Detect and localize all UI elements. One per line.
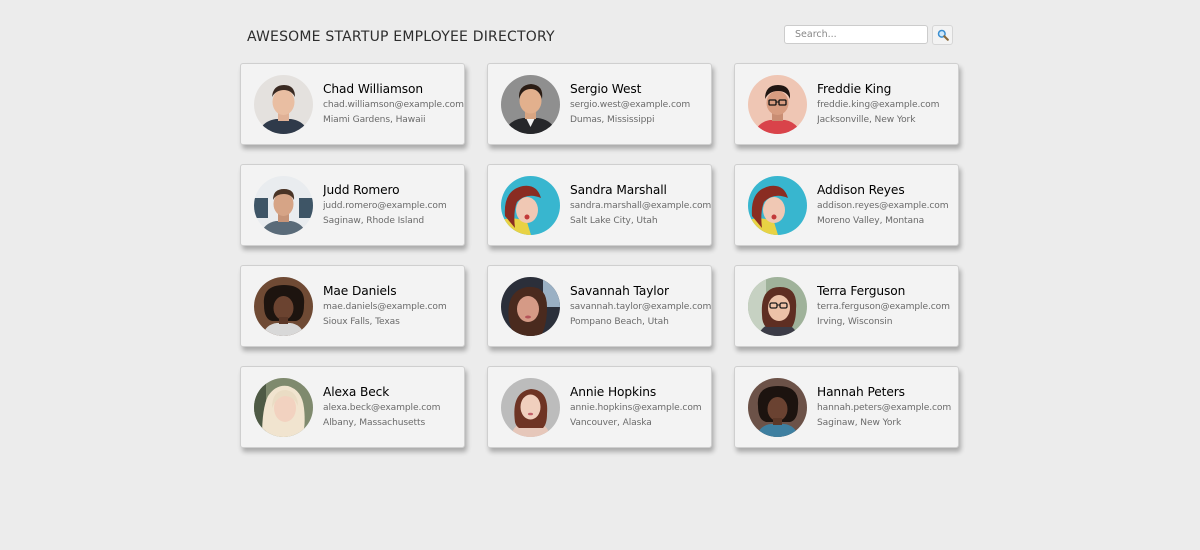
avatar (501, 74, 560, 134)
employee-card[interactable]: Alexa Beck alexa.beck@example.com Albany… (240, 366, 465, 448)
employee-card[interactable]: Terra Ferguson terra.ferguson@example.co… (734, 265, 959, 347)
employee-location: Dumas, Mississippi (570, 115, 655, 125)
employee-email: terra.ferguson@example.com (817, 302, 950, 312)
employee-email: savannah.taylor@example.com (570, 302, 711, 312)
employee-card[interactable]: Sergio West sergio.west@example.com Duma… (487, 63, 712, 145)
employee-location: Saginaw, Rhode Island (323, 216, 425, 226)
employee-location: Salt Lake City, Utah (570, 216, 658, 226)
avatar (501, 175, 560, 235)
employee-card[interactable]: Mae Daniels mae.daniels@example.com Siou… (240, 265, 465, 347)
avatar (501, 276, 560, 336)
employee-location: Miami Gardens, Hawaii (323, 115, 426, 125)
avatar (748, 175, 807, 235)
employee-card[interactable]: Annie Hopkins annie.hopkins@example.com … (487, 366, 712, 448)
employee-card[interactable]: Chad Williamson chad.williamson@example.… (240, 63, 465, 145)
employee-name: Sandra Marshall (570, 183, 667, 197)
employee-location: Albany, Massachusetts (323, 418, 426, 428)
magnifier-icon (937, 29, 949, 41)
employee-location: Jacksonville, New York (817, 115, 916, 125)
avatar (748, 74, 807, 134)
employee-email: addison.reyes@example.com (817, 201, 949, 211)
avatar (254, 377, 313, 437)
employee-location: Saginaw, New York (817, 418, 902, 428)
employee-email: sergio.west@example.com (570, 100, 691, 110)
employee-name: Alexa Beck (323, 385, 390, 399)
employee-location: Moreno Valley, Montana (817, 216, 925, 226)
employee-email: chad.williamson@example.com (323, 100, 464, 110)
employee-card[interactable]: Freddie King freddie.king@example.com Ja… (734, 63, 959, 145)
employee-card[interactable]: Addison Reyes addison.reyes@example.com … (734, 164, 959, 246)
avatar (748, 276, 807, 336)
search-input[interactable] (784, 25, 928, 44)
employee-card[interactable]: Hannah Peters hannah.peters@example.com … (734, 366, 959, 448)
employee-name: Judd Romero (323, 183, 400, 197)
employee-name: Chad Williamson (323, 82, 424, 96)
employee-location: Pompano Beach, Utah (570, 317, 669, 327)
search-button[interactable] (932, 25, 953, 45)
employee-location: Irving, Wisconsin (817, 317, 893, 327)
employee-email: mae.daniels@example.com (323, 302, 447, 312)
avatar (254, 175, 313, 235)
employee-name: Mae Daniels (323, 284, 397, 298)
employee-email: alexa.beck@example.com (323, 403, 441, 413)
avatar (254, 276, 313, 336)
employee-card[interactable]: Sandra Marshall sandra.marshall@example.… (487, 164, 712, 246)
employee-name: Savannah Taylor (570, 284, 669, 298)
employee-location: Vancouver, Alaska (570, 418, 652, 428)
page-title: AWESOME STARTUP EMPLOYEE DIRECTORY (247, 29, 555, 45)
employee-name: Hannah Peters (817, 385, 905, 399)
employee-email: annie.hopkins@example.com (570, 403, 702, 413)
employee-email: freddie.king@example.com (817, 100, 940, 110)
employee-email: judd.romero@example.com (323, 201, 447, 211)
employee-card[interactable]: Savannah Taylor savannah.taylor@example.… (487, 265, 712, 347)
avatar (501, 377, 560, 437)
employee-location: Sioux Falls, Texas (323, 317, 400, 327)
employee-email: hannah.peters@example.com (817, 403, 952, 413)
employee-name: Addison Reyes (817, 183, 905, 197)
employee-name: Terra Ferguson (817, 284, 906, 298)
employee-name: Sergio West (570, 82, 642, 96)
employee-name: Annie Hopkins (570, 385, 657, 399)
avatar (748, 377, 807, 437)
employee-email: sandra.marshall@example.com (570, 201, 711, 211)
avatar (254, 74, 313, 134)
employee-grid: Chad Williamson chad.williamson@example.… (240, 63, 960, 448)
employee-card[interactable]: Judd Romero judd.romero@example.com Sagi… (240, 164, 465, 246)
employee-name: Freddie King (817, 82, 892, 96)
